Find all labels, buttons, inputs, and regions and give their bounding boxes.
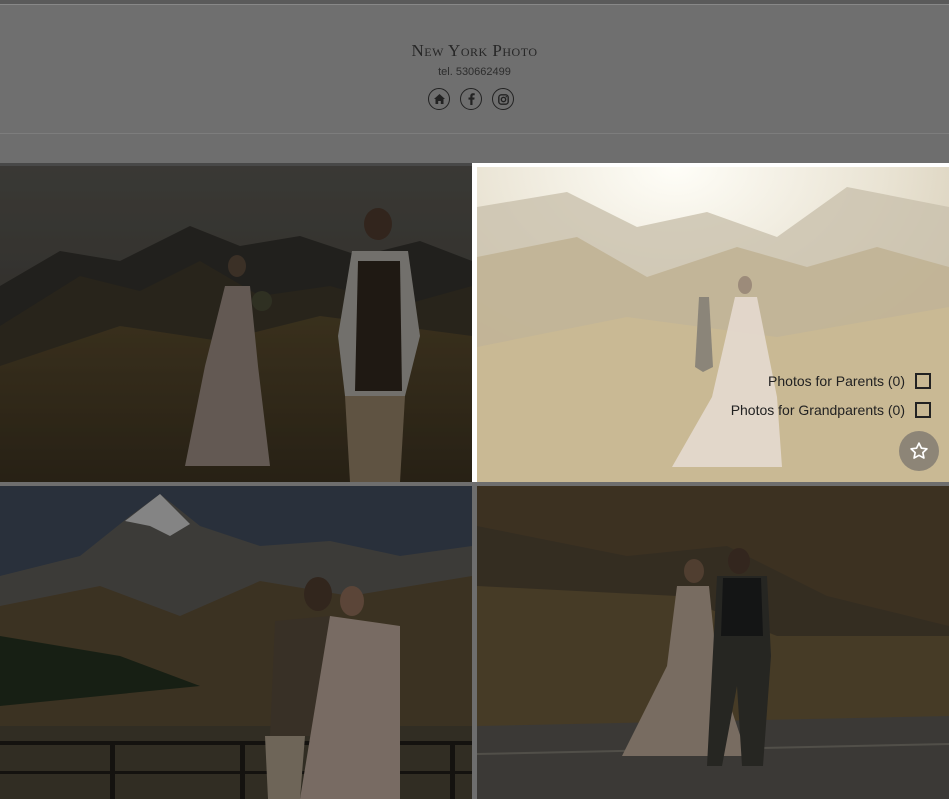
star-icon xyxy=(909,441,929,461)
instagram-icon[interactable] xyxy=(492,88,514,110)
social-links xyxy=(428,88,514,110)
home-icon[interactable] xyxy=(428,88,450,110)
option-label: Photos for Grandparents (0) xyxy=(730,401,905,418)
site-header: New York Photo tel. 530662499 xyxy=(0,5,949,134)
checkbox[interactable] xyxy=(915,372,931,389)
phone-number: tel. 530662499 xyxy=(438,66,511,78)
photo-gallery: Photos for Parents (0) Photos for Grandp… xyxy=(0,163,949,799)
brand-title[interactable]: New York Photo xyxy=(0,41,949,61)
selection-options: Photos for Parents (0) Photos for Grandp… xyxy=(731,366,931,424)
option-parents[interactable]: Photos for Parents (0) xyxy=(731,366,931,395)
checkbox[interactable] xyxy=(915,401,931,418)
gallery-photo-selected[interactable]: Photos for Parents (0) Photos for Grandp… xyxy=(472,163,949,482)
facebook-icon[interactable] xyxy=(460,88,482,110)
favorite-button[interactable] xyxy=(899,431,939,471)
photo-dim-overlay xyxy=(0,163,472,482)
option-label: Photos for Parents (0) xyxy=(768,372,905,389)
photo-dim-overlay xyxy=(477,486,949,799)
option-grandparents[interactable]: Photos for Grandparents (0) xyxy=(731,395,931,424)
photo-dim-overlay xyxy=(0,486,472,799)
